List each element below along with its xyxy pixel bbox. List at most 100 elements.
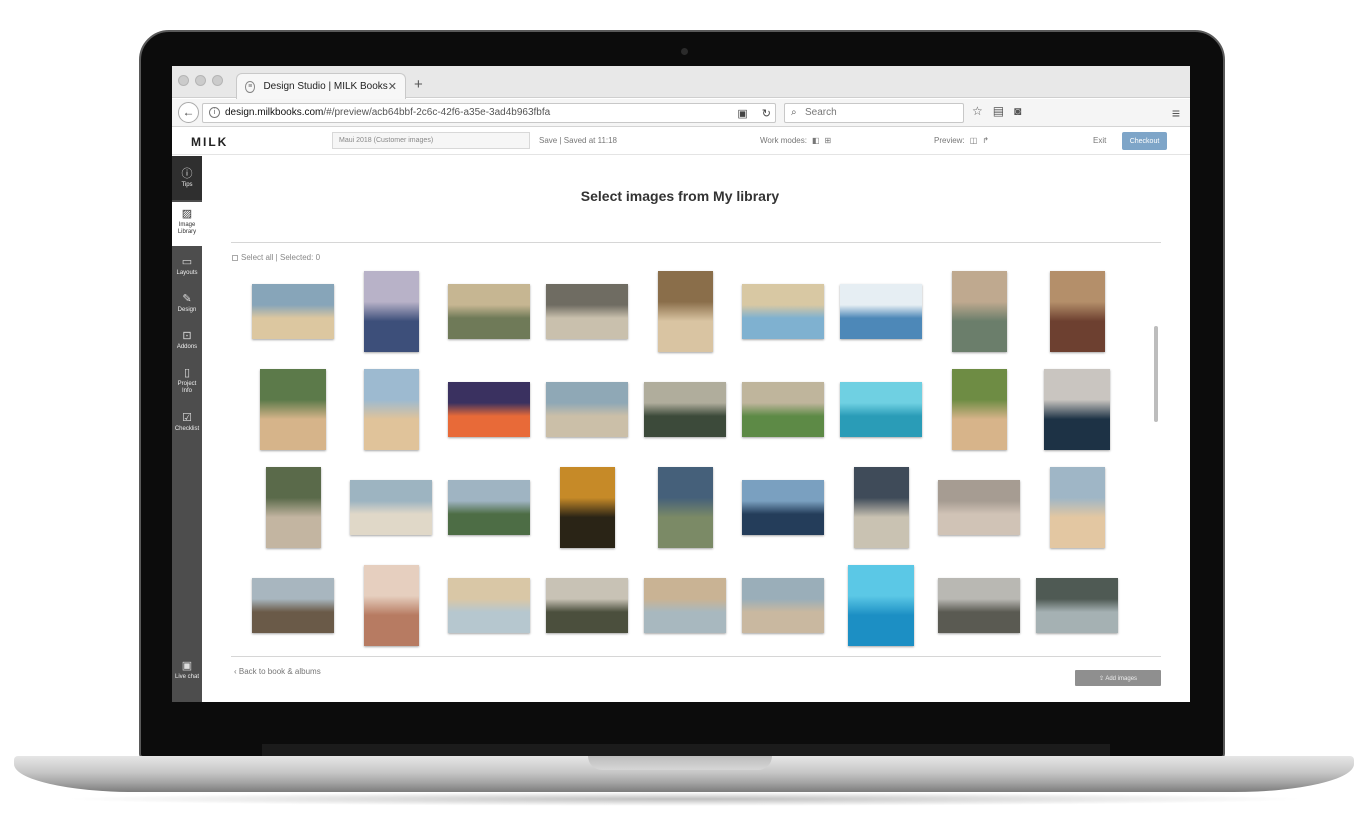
library-image-thumbnail[interactable] [657,270,713,352]
library-image-thumbnail[interactable] [546,283,628,339]
library-image-thumbnail[interactable] [742,381,824,437]
add-images-button[interactable]: ⇪ Add images [1075,670,1161,686]
sidebar-item-design[interactable]: ✎ Design [172,293,202,314]
sidebar-item-label: Layouts [176,270,198,276]
close-tab-icon[interactable]: ✕ [388,80,397,93]
select-all-label: Select all | Selected: 0 [241,253,321,262]
library-image-thumbnail[interactable] [546,381,628,437]
sidebar-item-label: Project Info [177,381,197,394]
library-image-thumbnail[interactable] [265,466,321,548]
reload-icon[interactable]: ↻ [762,105,771,123]
search-placeholder: Search [805,107,837,118]
library-image-thumbnail[interactable] [951,270,1007,352]
back-to-book-link[interactable]: ‹ Back to book & albums [234,667,321,676]
bookmark-star-icon[interactable]: ☆ [972,104,983,118]
screen: ≡ Design Studio | MILK Books ✕ + ← i des… [172,66,1190,702]
save-button[interactable]: Save [539,136,557,145]
sidebar-item-label: Design [177,307,197,313]
info-icon: ⓘ [181,168,193,180]
minimize-window-button[interactable] [195,75,206,86]
library-image-thumbnail[interactable] [951,368,1007,450]
app-header: MILK Maui 2018 (Customer images) Save | … [172,128,1190,155]
divider [231,242,1161,243]
tab-title: Design Studio | MILK Books [263,81,388,92]
library-image-thumbnail[interactable] [1049,466,1105,548]
sidebar-item-project-info[interactable]: ▯ Project Info [172,367,202,395]
library-image-thumbnail[interactable] [657,466,713,548]
info-icon[interactable]: i [209,107,220,118]
library-image-thumbnail[interactable] [448,479,530,535]
library-image-thumbnail[interactable] [546,577,628,633]
image-grid [252,270,1132,650]
library-image-thumbnail[interactable] [260,368,326,450]
pocket-icon[interactable]: ◙ [1014,104,1021,118]
library-image-thumbnail[interactable] [252,577,334,633]
library-image-thumbnail[interactable] [363,564,419,646]
reader-view-icon[interactable]: ▣ [737,105,747,123]
sidebar-item-image-library[interactable]: ▨ Image Library [172,202,202,246]
preview-label: Preview: [934,136,965,145]
checkout-button[interactable]: Checkout [1122,132,1167,150]
save-status: Save | Saved at 11:18 [539,136,617,145]
library-image-thumbnail[interactable] [350,479,432,535]
scrollbar[interactable] [1154,326,1158,422]
library-image-thumbnail[interactable] [938,577,1020,633]
share-icon[interactable]: ↱ [982,136,989,145]
library-image-thumbnail[interactable] [742,577,824,633]
tab-bar: ≡ Design Studio | MILK Books ✕ + [172,66,1190,99]
library-image-thumbnail[interactable] [853,466,909,548]
library-image-thumbnail[interactable] [742,479,824,535]
library-image-thumbnail[interactable] [448,283,530,339]
library-image-thumbnail[interactable] [644,381,726,437]
back-link-label: Back to book & albums [238,667,321,676]
library-image-thumbnail[interactable] [559,466,615,548]
sidebar-item-live-chat[interactable]: ▣ Live chat [172,660,202,681]
project-name-field[interactable]: Maui 2018 (Customer images) [332,132,530,149]
sidebar-item-label: Image Library [177,222,197,235]
select-all-checkbox[interactable]: Select all | Selected: 0 [232,253,320,262]
library-icon[interactable]: ▤ [993,104,1004,118]
library-image-thumbnail[interactable] [742,283,824,339]
addon-icon: ⊡ [182,330,192,342]
book-preview-icon[interactable]: ◫ [970,136,978,145]
layout-icon: ▭ [181,256,193,268]
grid-mode-icon[interactable]: ⊞ [825,136,832,145]
browser-tab[interactable]: ≡ Design Studio | MILK Books ✕ [236,73,406,99]
preview-controls: Preview: ◫ ↱ [934,136,989,145]
close-window-button[interactable] [178,75,189,86]
sidebar-item-tips[interactable]: ⓘ Tips [172,156,202,200]
library-image-thumbnail[interactable] [448,381,530,437]
sidebar-item-addons[interactable]: ⊡ Addons [172,330,202,351]
menu-icon[interactable]: ≡ [1172,105,1180,121]
back-button[interactable]: ← [178,102,199,123]
saved-at-text: Saved at 11:18 [563,136,618,145]
search-input[interactable]: ⌕ Search [784,103,964,123]
library-image-thumbnail[interactable] [448,577,530,633]
library-image-thumbnail[interactable] [848,564,914,646]
window-controls [178,75,223,86]
favicon-icon: ≡ [245,80,256,93]
document-icon: ▯ [183,367,191,379]
library-image-thumbnail[interactable] [1036,577,1118,633]
sidebar-item-layouts[interactable]: ▭ Layouts [172,256,202,277]
checkbox-icon [232,254,238,261]
exit-button[interactable]: Exit [1093,136,1106,145]
library-image-thumbnail[interactable] [644,577,726,633]
address-bar[interactable]: i design.milkbooks.com/#/preview/acb64bb… [202,103,776,123]
library-image-thumbnail[interactable] [840,283,922,339]
library-image-thumbnail[interactable] [252,283,334,339]
library-image-thumbnail[interactable] [1049,270,1105,352]
sidebar-item-label: Tips [181,182,193,188]
page-title: Select images from My library [580,188,780,204]
library-image-thumbnail[interactable] [840,381,922,437]
library-image-thumbnail[interactable] [1044,368,1110,450]
sidebar-item-checklist[interactable]: ☑ Checklist [172,412,202,433]
single-page-mode-icon[interactable]: ◧ [812,136,820,145]
library-image-thumbnail[interactable] [363,270,419,352]
new-tab-button[interactable]: + [414,76,423,93]
library-image-thumbnail[interactable] [363,368,419,450]
work-modes-label: Work modes: [760,136,807,145]
library-image-thumbnail[interactable] [938,479,1020,535]
maximize-window-button[interactable] [212,75,223,86]
sidebar-item-label: Live chat [174,674,199,680]
